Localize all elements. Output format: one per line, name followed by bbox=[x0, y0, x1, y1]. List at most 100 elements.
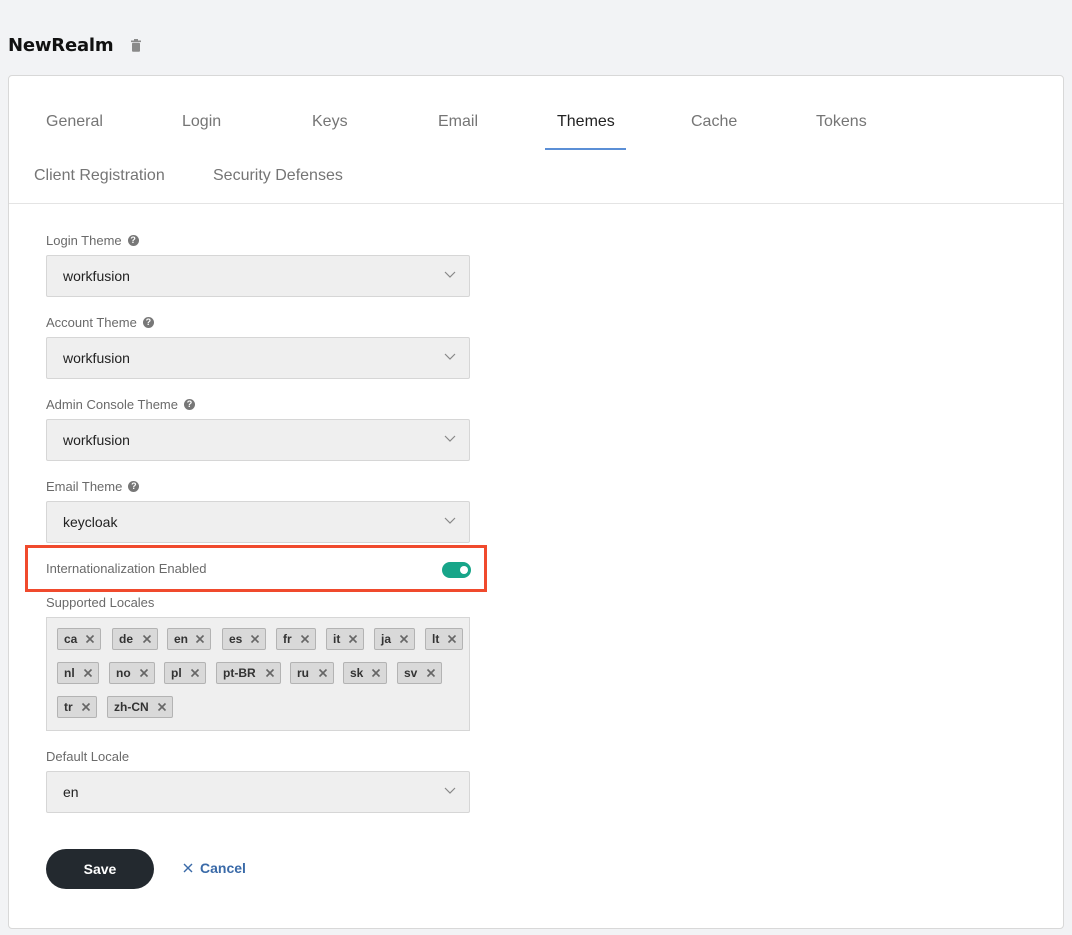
admin-console-theme-value: workfusion bbox=[63, 432, 130, 448]
chevron-down-icon bbox=[444, 435, 456, 442]
toggle-knob bbox=[460, 566, 468, 574]
trash-icon[interactable] bbox=[131, 38, 142, 52]
tab-bar: General Login Keys Email Themes Cache To… bbox=[9, 76, 1063, 204]
remove-locale-icon[interactable] bbox=[83, 668, 93, 678]
locale-chip-label: tr bbox=[64, 700, 73, 714]
locale-chip-label: en bbox=[174, 632, 189, 646]
locale-chip: pt-BR bbox=[216, 662, 281, 684]
tab-email[interactable]: Email bbox=[438, 113, 478, 131]
account-theme-label: Account Theme ? bbox=[46, 315, 154, 330]
close-icon bbox=[183, 863, 193, 873]
locale-chip-label: pt-BR bbox=[223, 666, 256, 680]
remove-locale-icon[interactable] bbox=[399, 634, 409, 644]
locale-chip-label: es bbox=[229, 632, 243, 646]
remove-locale-icon[interactable] bbox=[371, 668, 381, 678]
admin-console-theme-label-text: Admin Console Theme bbox=[46, 397, 178, 412]
locale-chip: es bbox=[222, 628, 266, 650]
locale-chip-label: pl bbox=[171, 666, 182, 680]
tab-security-defenses[interactable]: Security Defenses bbox=[213, 167, 343, 185]
tab-tokens[interactable]: Tokens bbox=[816, 113, 867, 131]
locale-chip-label: zh-CN bbox=[114, 700, 149, 714]
chevron-down-icon bbox=[444, 271, 456, 278]
default-locale-label-text: Default Locale bbox=[46, 749, 130, 764]
locale-chip: sk bbox=[343, 662, 387, 684]
chevron-down-icon bbox=[444, 353, 456, 360]
admin-console-theme-label: Admin Console Theme ? bbox=[46, 397, 195, 412]
save-button[interactable]: Save bbox=[46, 849, 154, 889]
locale-chip: ca bbox=[57, 628, 101, 650]
locale-chip: pl bbox=[164, 662, 206, 684]
remove-locale-icon[interactable] bbox=[447, 634, 457, 644]
locale-chip: it bbox=[326, 628, 364, 650]
internationalization-label-text: Internationalization Enabled bbox=[46, 561, 207, 576]
remove-locale-icon[interactable] bbox=[142, 634, 152, 644]
active-tab-indicator bbox=[545, 148, 626, 150]
cancel-button[interactable]: Cancel bbox=[183, 860, 246, 876]
tab-themes[interactable]: Themes bbox=[557, 113, 615, 131]
help-icon[interactable]: ? bbox=[184, 399, 195, 410]
email-theme-select[interactable]: keycloak bbox=[46, 501, 470, 543]
default-locale-label: Default Locale bbox=[46, 749, 129, 764]
tab-client-registration[interactable]: Client Registration bbox=[34, 167, 165, 185]
remove-locale-icon[interactable] bbox=[195, 634, 205, 644]
tab-keys[interactable]: Keys bbox=[312, 113, 348, 131]
locale-chip-label: lt bbox=[432, 632, 440, 646]
supported-locales-label-text: Supported Locales bbox=[46, 595, 155, 610]
tab-login[interactable]: Login bbox=[182, 113, 221, 131]
remove-locale-icon[interactable] bbox=[190, 668, 200, 678]
locale-chip-label: it bbox=[333, 632, 341, 646]
cancel-label: Cancel bbox=[200, 860, 246, 876]
locale-chip: en bbox=[167, 628, 211, 650]
locale-chip-label: ja bbox=[381, 632, 392, 646]
email-theme-label-text: Email Theme bbox=[46, 479, 123, 494]
help-icon[interactable]: ? bbox=[128, 481, 140, 492]
account-theme-select[interactable]: workfusion bbox=[46, 337, 470, 379]
admin-console-theme-select[interactable]: workfusion bbox=[46, 419, 470, 461]
remove-locale-icon[interactable] bbox=[265, 668, 275, 678]
locale-chip: lt bbox=[425, 628, 463, 650]
help-icon[interactable]: ? bbox=[142, 317, 154, 328]
remove-locale-icon[interactable] bbox=[348, 634, 358, 644]
locale-chip-label: ca bbox=[64, 632, 78, 646]
remove-locale-icon[interactable] bbox=[250, 634, 260, 644]
supported-locales-input[interactable]: ca de en es fr it ja lt nl no pl pt-BR ru sk sv tr zh-CN bbox=[46, 617, 470, 731]
chevron-down-icon bbox=[444, 787, 456, 794]
locale-chip-label: ru bbox=[297, 666, 309, 680]
locale-chip-label: sv bbox=[404, 666, 418, 680]
remove-locale-icon[interactable] bbox=[318, 668, 328, 678]
login-theme-label: Login Theme ? bbox=[46, 233, 139, 248]
locale-chip-label: sk bbox=[350, 666, 364, 680]
login-theme-label-text: Login Theme bbox=[46, 233, 122, 248]
remove-locale-icon[interactable] bbox=[81, 702, 91, 712]
realm-header: NewRealm bbox=[8, 30, 142, 60]
internationalization-label: Internationalization Enabled bbox=[46, 561, 206, 576]
tab-cache[interactable]: Cache bbox=[691, 113, 737, 131]
login-theme-value: workfusion bbox=[63, 268, 130, 284]
realm-settings-card: General Login Keys Email Themes Cache To… bbox=[8, 75, 1064, 929]
locale-chip: fr bbox=[276, 628, 316, 650]
remove-locale-icon[interactable] bbox=[300, 634, 310, 644]
locale-chip: zh-CN bbox=[107, 696, 173, 718]
locale-chip: nl bbox=[57, 662, 99, 684]
locale-chip-label: nl bbox=[64, 666, 75, 680]
default-locale-select[interactable]: en bbox=[46, 771, 470, 813]
locale-chip: de bbox=[112, 628, 158, 650]
remove-locale-icon[interactable] bbox=[139, 668, 149, 678]
locale-chip: tr bbox=[57, 696, 97, 718]
email-theme-label: Email Theme ? bbox=[46, 479, 140, 494]
remove-locale-icon[interactable] bbox=[85, 634, 95, 644]
account-theme-label-text: Account Theme bbox=[46, 315, 137, 330]
locale-chip-label: no bbox=[116, 666, 131, 680]
locale-chip: sv bbox=[397, 662, 442, 684]
locale-chip: ru bbox=[290, 662, 334, 684]
internationalization-toggle[interactable] bbox=[442, 562, 471, 578]
tab-general[interactable]: General bbox=[46, 113, 103, 131]
remove-locale-icon[interactable] bbox=[157, 702, 167, 712]
locale-chip: ja bbox=[374, 628, 415, 650]
remove-locale-icon[interactable] bbox=[426, 668, 436, 678]
default-locale-value: en bbox=[63, 784, 79, 800]
login-theme-select[interactable]: workfusion bbox=[46, 255, 470, 297]
realm-title: NewRealm bbox=[8, 34, 114, 56]
supported-locales-label: Supported Locales bbox=[46, 595, 154, 610]
help-icon[interactable]: ? bbox=[127, 235, 139, 246]
